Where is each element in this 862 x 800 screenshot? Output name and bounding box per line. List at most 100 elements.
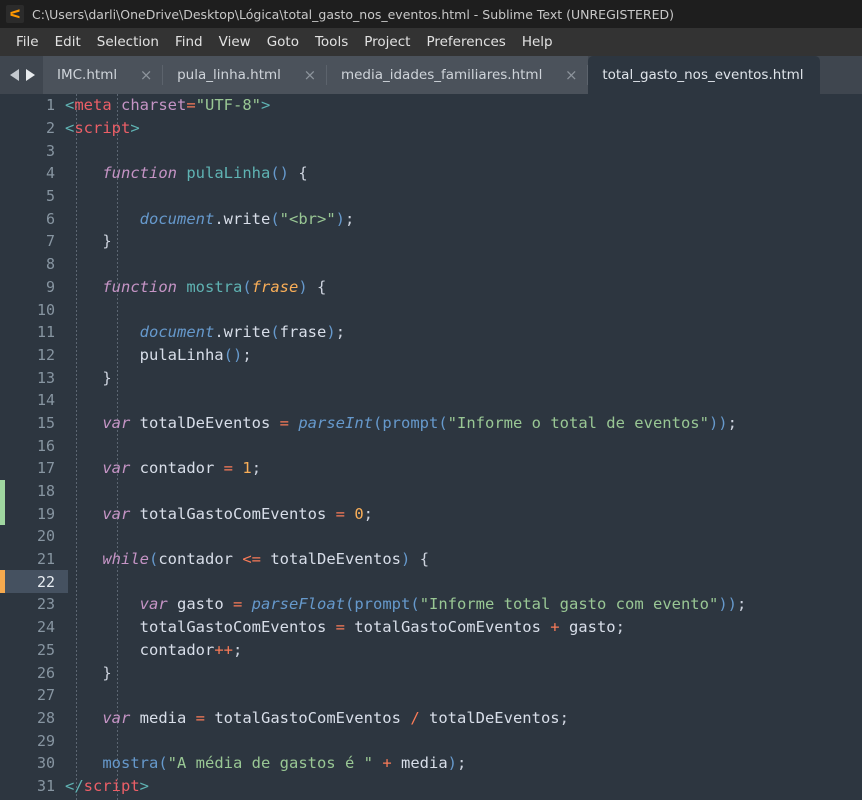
line-number: 16 xyxy=(36,436,55,455)
line-number: 2 xyxy=(45,119,55,138)
code-line[interactable]: 5 xyxy=(0,185,862,208)
menu-item-tools[interactable]: Tools xyxy=(307,32,356,52)
code-line[interactable]: 21 while(contador <= totalDeEventos) { xyxy=(0,548,862,571)
line-number: 10 xyxy=(36,300,55,319)
line-number: 17 xyxy=(36,459,55,478)
code-text: } xyxy=(102,368,112,387)
tab-label: media_idades_familiares.html xyxy=(340,67,543,83)
code-text: var gasto = parseFloat(prompt("Informe t… xyxy=(139,595,747,614)
code-text: mostra("A média de gastos é " + media); xyxy=(102,754,467,773)
line-number: 28 xyxy=(36,708,55,727)
tab-pula_linha-html[interactable]: pula_linha.html × xyxy=(163,56,327,94)
line-number: 21 xyxy=(36,550,55,569)
code-line[interactable]: 8 xyxy=(0,253,862,276)
code-line[interactable]: 28 var media = totalGastoComEventos / to… xyxy=(0,707,862,730)
arrow-right-icon[interactable] xyxy=(26,69,35,81)
code-line[interactable]: 4 function pulaLinha() { xyxy=(0,162,862,185)
line-number: 8 xyxy=(45,255,55,274)
code-line[interactable]: 3 xyxy=(0,139,862,162)
code-line[interactable]: 16 xyxy=(0,434,862,457)
line-number: 12 xyxy=(36,345,55,364)
code-text: var totalDeEventos = parseInt(prompt("In… xyxy=(102,413,737,432)
code-line[interactable]: 12 pulaLinha(); xyxy=(0,344,862,367)
code-line[interactable]: 17 var contador = 1; xyxy=(0,457,862,480)
window-title: C:\Users\darli\OneDrive\Desktop\Lógica\t… xyxy=(32,6,675,22)
tab-label: total_gasto_nos_eventos.html xyxy=(602,67,804,83)
code-line[interactable]: 6 document.write("<br>"); xyxy=(0,207,862,230)
code-text: <script> xyxy=(65,119,140,138)
line-number: 14 xyxy=(36,391,55,410)
code-text: contador++; xyxy=(65,640,243,659)
menu-item-selection[interactable]: Selection xyxy=(89,32,167,52)
line-number: 1 xyxy=(45,96,55,115)
code-line[interactable]: 18 xyxy=(0,479,862,503)
menu-item-edit[interactable]: Edit xyxy=(47,32,89,52)
code-editor[interactable]: 1 <meta charset="UTF-8"> 2 <script> 3 4 funct… xyxy=(0,94,862,800)
code-line[interactable]: 29 xyxy=(0,729,862,752)
code-text: var media = totalGastoComEventos / total… xyxy=(102,708,569,727)
code-line[interactable]: 11 document.write(frase); xyxy=(0,321,862,344)
code-line[interactable]: 25 contador++; xyxy=(0,639,862,662)
line-number: 4 xyxy=(45,164,55,183)
code-text: function mostra(frase) { xyxy=(102,277,327,296)
menu-item-project[interactable]: Project xyxy=(356,32,418,52)
code-text: document.write("<br>"); xyxy=(139,209,355,228)
code-text: function pulaLinha() { xyxy=(102,164,308,183)
code-line[interactable]: 2 <script> xyxy=(0,117,862,140)
code-line[interactable]: 9 function mostra(frase) { xyxy=(0,276,862,299)
code-text: var contador = 1; xyxy=(102,459,262,478)
line-number: 23 xyxy=(36,595,55,614)
menu-item-file[interactable]: File xyxy=(8,32,47,52)
arrow-left-icon[interactable] xyxy=(10,69,19,81)
line-number: 26 xyxy=(36,663,55,682)
close-icon[interactable]: × xyxy=(303,67,317,83)
tab-IMC-html[interactable]: IMC.html × xyxy=(43,56,164,94)
line-number: 7 xyxy=(45,232,55,251)
close-icon[interactable]: × xyxy=(564,67,578,83)
code-text: } xyxy=(102,232,112,251)
line-number: 19 xyxy=(36,504,55,523)
code-line[interactable]: 30 mostra("A média de gastos é " + media… xyxy=(0,752,862,775)
menu-item-help[interactable]: Help xyxy=(514,32,561,52)
line-number: 24 xyxy=(36,618,55,637)
code-text: <meta charset="UTF-8"> xyxy=(65,96,271,115)
code-content[interactable]: 1 <meta charset="UTF-8"> 2 <script> 3 4 funct… xyxy=(0,94,862,797)
code-line[interactable]: 20 xyxy=(0,525,862,548)
close-icon[interactable]: × xyxy=(139,67,153,83)
tab-label: IMC.html xyxy=(57,67,118,83)
line-number: 11 xyxy=(36,323,55,342)
code-line[interactable]: 23 var gasto = parseFloat(prompt("Inform… xyxy=(0,593,862,616)
line-number: 20 xyxy=(36,527,55,546)
code-line[interactable]: 26 } xyxy=(0,661,862,684)
code-line[interactable]: 27 xyxy=(0,684,862,707)
line-number: 18 xyxy=(36,482,55,501)
code-line[interactable]: 22 xyxy=(0,570,862,594)
title-bar: C:\Users\darli\OneDrive\Desktop\Lógica\t… xyxy=(0,0,862,28)
code-line[interactable]: 31 </script> xyxy=(0,775,862,798)
menu-item-view[interactable]: View xyxy=(211,32,259,52)
tab-label: pula_linha.html xyxy=(177,67,281,83)
code-line[interactable]: 13 } xyxy=(0,366,862,389)
line-number: 13 xyxy=(36,368,55,387)
line-number: 22 xyxy=(36,572,55,591)
code-line[interactable]: 19 var totalGastoComEventos = 0; xyxy=(0,502,862,526)
tab-bar: IMC.html × pula_linha.html × media_idades_fa… xyxy=(0,56,862,94)
line-number: 9 xyxy=(45,277,55,296)
code-text: } xyxy=(102,663,112,682)
code-line[interactable]: 15 var totalDeEventos = parseInt(prompt(… xyxy=(0,412,862,435)
tab-media_idades_familiares-html[interactable]: media_idades_familiares.html × xyxy=(326,56,589,94)
code-line[interactable]: 7 } xyxy=(0,230,862,253)
code-line[interactable]: 14 xyxy=(0,389,862,412)
menu-item-goto[interactable]: Goto xyxy=(259,32,307,52)
line-number: 27 xyxy=(36,686,55,705)
tab-list: IMC.html × pula_linha.html × media_idades_fa… xyxy=(43,56,862,94)
menu-item-preferences[interactable]: Preferences xyxy=(418,32,513,52)
tab-total_gasto_nos_eventos-html[interactable]: total_gasto_nos_eventos.html xyxy=(588,56,820,94)
menu-item-find[interactable]: Find xyxy=(167,32,211,52)
code-line[interactable]: 10 xyxy=(0,298,862,321)
code-line[interactable]: 24 totalGastoComEventos = totalGastoComE… xyxy=(0,616,862,639)
code-line[interactable]: 1 <meta charset="UTF-8"> xyxy=(0,94,862,117)
code-text: document.write(frase); xyxy=(139,323,346,342)
line-number: 15 xyxy=(36,413,55,432)
line-number: 6 xyxy=(45,209,55,228)
